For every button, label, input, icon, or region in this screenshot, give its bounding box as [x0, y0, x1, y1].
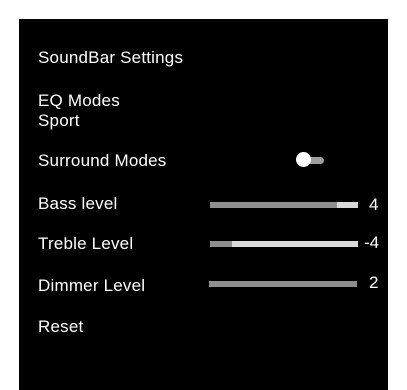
bass-level-label: Bass level	[38, 194, 118, 213]
surround-modes-label: Surround Modes	[38, 151, 167, 170]
surround-toggle[interactable]	[296, 152, 326, 168]
treble-level-value: -4	[364, 233, 380, 252]
dimmer-level-fill	[209, 281, 357, 287]
treble-level-label: Treble Level	[38, 234, 134, 253]
bass-level-slider[interactable]	[210, 202, 358, 208]
dimmer-level-label: Dimmer Level	[38, 276, 146, 295]
eq-modes-item[interactable]: EQ Modes	[38, 91, 120, 111]
bass-level-fill	[210, 202, 338, 208]
page-title: SoundBar Settings	[38, 48, 184, 67]
eq-mode-value: Sport	[38, 111, 80, 130]
treble-level-slider[interactable]	[210, 241, 358, 247]
treble-level-fill	[210, 241, 233, 247]
dimmer-level-slider[interactable]	[209, 281, 357, 287]
toggle-knob	[296, 152, 311, 167]
bass-level-value: 4	[369, 195, 379, 214]
dimmer-level-value: 2	[369, 273, 379, 292]
reset-item[interactable]: Reset	[38, 317, 83, 337]
settings-panel: SoundBar Settings EQ Modes Sport Surroun…	[19, 19, 388, 390]
